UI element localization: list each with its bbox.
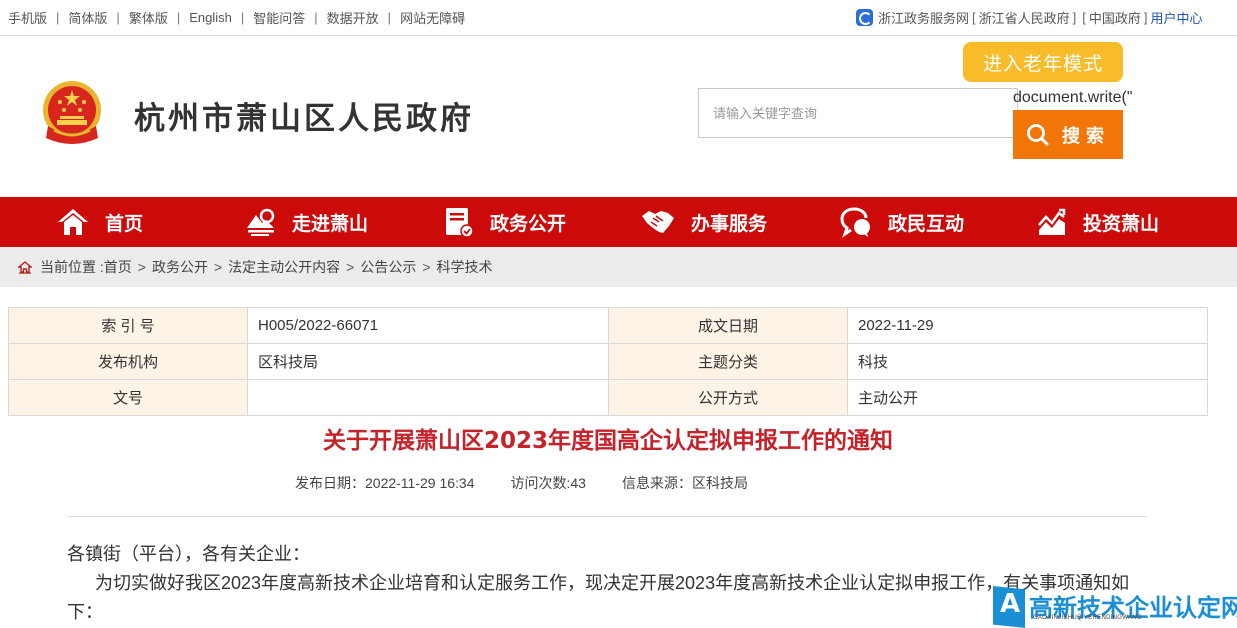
publisher-label: 发布机构 — [8, 343, 248, 380]
link-english[interactable]: English — [189, 10, 232, 25]
article-meta: 发布日期：2022-11-29 16:34 访问次数:43 信息来源：区科技局 — [295, 473, 748, 493]
nav-item-about[interactable]: 走进萧山 — [246, 197, 368, 247]
trend-chart-icon — [1038, 208, 1066, 235]
link-traditional[interactable]: 繁体版 — [129, 8, 168, 27]
info-source: 信息来源：区科技局 — [621, 475, 748, 491]
zhejiang-service-icon — [856, 9, 873, 26]
doc-number-label: 文号 — [8, 379, 248, 416]
link-smart-qa[interactable]: 智能问答 — [253, 8, 305, 27]
visit-count: 访问次数:43 — [510, 475, 586, 491]
written-date-label: 成文日期 — [608, 307, 848, 344]
paragraph: 为切实做好我区2023年度高新技术企业培育和认定服务工作，现决定开展2023年度… — [67, 573, 1130, 622]
topic-value: 科技 — [847, 343, 1208, 380]
national-emblem-icon — [40, 80, 104, 148]
nav-label: 政民互动 — [888, 213, 965, 235]
nav-item-gov-affairs[interactable]: 政务公开 — [444, 197, 566, 247]
breadcrumb-separator: > — [213, 259, 223, 275]
divider — [67, 516, 1147, 517]
breadcrumb-separator: > — [346, 259, 355, 275]
link-open-data[interactable]: 数据开放 — [327, 8, 379, 27]
salutation: 各镇街（平台），各有关企业： — [67, 544, 310, 564]
top-utility-bar: 手机版 | 简体版 | 繁体版 | English | 智能问答 | 数据开放 … — [0, 0, 1237, 36]
breadcrumb-separator: > — [422, 259, 431, 275]
bracket: [ — [1082, 10, 1086, 25]
version-links: 手机版 | 简体版 | 繁体版 | English | 智能问答 | 数据开放 … — [8, 8, 465, 27]
bracket: ] — [1143, 10, 1148, 25]
publish-date: 发布日期：2022-11-29 16:34 — [295, 475, 475, 491]
breadcrumb-item-home[interactable]: 首页 — [104, 257, 132, 277]
breadcrumb-item-notices[interactable]: 公告公示 — [360, 257, 416, 277]
nav-item-home[interactable]: 首页 — [57, 197, 143, 247]
nav-label: 首页 — [105, 213, 144, 235]
article-body: 各镇街（平台），各有关企业： 为切实做好我区2023年度高新技术企业培育和认定服… — [67, 540, 1142, 627]
disclosure-method-value: 主动公开 — [847, 379, 1208, 416]
written-date-value: 2022-11-29 — [847, 307, 1208, 344]
watermark: A 高新技术企业认定网 GAOXINJISHUQIYERENDINGWANG — [993, 586, 1237, 628]
home-icon — [58, 209, 88, 235]
separator: | — [240, 10, 245, 25]
nav-label: 办事服务 — [691, 213, 768, 235]
search-button-label: 搜索 — [1062, 125, 1110, 146]
article-title: 关于开展萧山区2023年度国高企认定拟申报工作的通知 — [322, 428, 893, 454]
breadcrumb-prefix: 当前位置 : — [40, 259, 104, 275]
search-input[interactable] — [698, 88, 1018, 138]
bracket: ] — [1072, 10, 1077, 25]
topic-label: 主题分类 — [608, 343, 848, 380]
link-accessibility[interactable]: 网站无障碍 — [400, 8, 465, 27]
index-number-label: 索 引 号 — [8, 307, 248, 344]
doc-number-value — [247, 379, 609, 416]
main-nav: 首页 走进萧山 政务公开 办事服务 政民互动 投资萧山 — [0, 197, 1237, 247]
separator: | — [56, 10, 60, 25]
table-row: 索 引 号 H005/2022-66071 成文日期 2022-11-29 — [8, 307, 1208, 344]
link-simplified[interactable]: 简体版 — [68, 8, 107, 27]
breadcrumb-item-statutory[interactable]: 法定主动公开内容 — [228, 257, 340, 277]
search-icon — [1027, 123, 1049, 145]
separator: | — [176, 10, 181, 25]
document-info-table: 索 引 号 H005/2022-66071 成文日期 2022-11-29 发布… — [8, 307, 1208, 416]
script-leak-text: document.write(" — [1013, 89, 1133, 106]
elder-mode-button[interactable]: 进入老年模式 — [963, 42, 1123, 82]
chat-bubbles-icon — [840, 207, 870, 238]
bracket: [ — [972, 10, 976, 25]
breadcrumb-item-science[interactable]: 科学技术 — [437, 257, 493, 277]
breadcrumb-item-gov-affairs[interactable]: 政务公开 — [152, 257, 208, 277]
document-check-icon — [446, 208, 474, 238]
search-button[interactable]: 搜索 — [1013, 110, 1123, 159]
link-zhejiang-service[interactable]: 浙江政务服务网 — [878, 8, 969, 27]
nav-item-investment[interactable]: 投资萧山 — [1037, 197, 1159, 247]
index-number-value: H005/2022-66071 — [247, 307, 609, 344]
table-row: 发布机构 区科技局 主题分类 科技 — [8, 343, 1208, 380]
handshake-icon — [642, 211, 674, 233]
disclosure-method-label: 公开方式 — [608, 379, 848, 416]
watermark-subtext: GAOXINJISHUQIYERENDINGWANG — [1033, 615, 1142, 621]
nav-label: 投资萧山 — [1083, 213, 1160, 235]
external-links: 浙江政务服务网 [ 浙江省人民政府 ] [ 中国政府 ] 用户中心 — [856, 8, 1203, 27]
nav-label: 走进萧山 — [292, 213, 369, 235]
site-title: 杭州市萧山区人民政府 — [134, 101, 474, 137]
home-icon — [18, 260, 32, 274]
separator: | — [314, 10, 318, 25]
link-user-center[interactable]: 用户中心 — [1151, 8, 1203, 27]
link-zhejiang-gov[interactable]: 浙江省人民政府 — [979, 8, 1070, 27]
link-mobile-version[interactable]: 手机版 — [8, 8, 47, 27]
breadcrumb: 当前位置 : 首页 > 政务公开 > 法定主动公开内容 > 公告公示 > 科学技… — [0, 247, 1237, 287]
link-china-gov[interactable]: 中国政府 — [1089, 8, 1141, 27]
breadcrumb-separator: > — [137, 259, 146, 275]
watermark-logo-icon: A — [993, 586, 1025, 628]
publisher-value: 区科技局 — [247, 343, 609, 380]
nav-item-services[interactable]: 办事服务 — [641, 197, 767, 247]
landscape-icon — [247, 208, 275, 236]
nav-label: 政务公开 — [490, 213, 567, 235]
nav-item-interaction[interactable]: 政民互动 — [840, 197, 964, 247]
separator: | — [387, 10, 392, 25]
table-row: 文号 公开方式 主动公开 — [8, 379, 1208, 416]
separator: | — [116, 10, 120, 25]
